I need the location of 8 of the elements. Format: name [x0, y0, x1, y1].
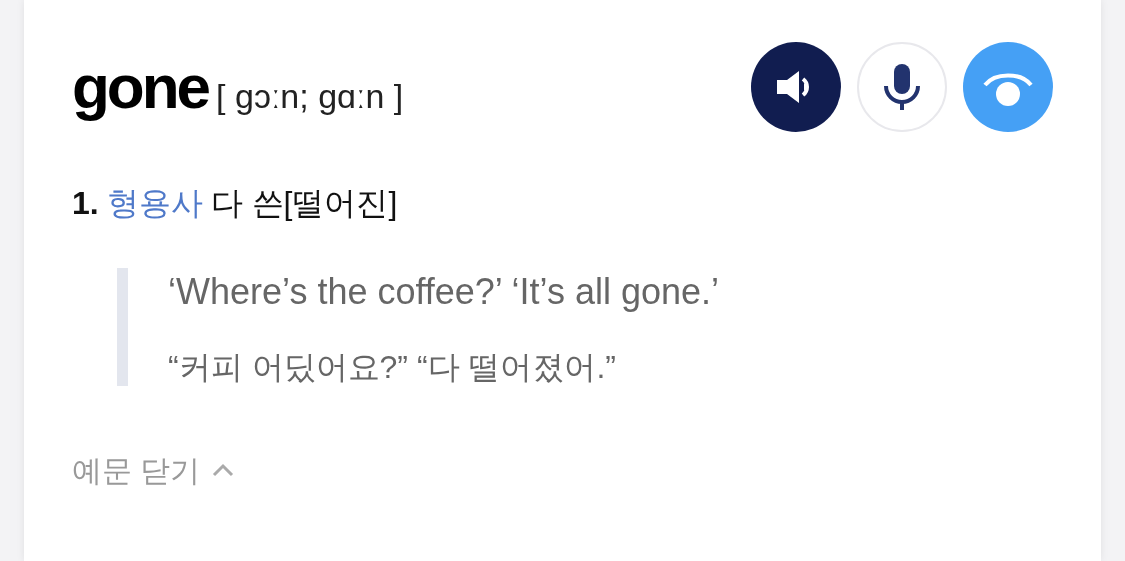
meaning: 다 쓴[떨어진]	[210, 184, 398, 223]
example-sentence: ‘Where’s the coffee?’ ‘It’s all gone.’	[168, 270, 719, 314]
pronunciation: [ gɔːn; gɑːn ]	[216, 79, 404, 113]
toggle-examples-button[interactable]: 예문 닫기	[72, 447, 235, 493]
example-translation: “커피 어딨어요?” “다 떨어졌어.”	[168, 347, 617, 386]
sense-number: 1.	[72, 184, 99, 223]
part-of-speech: 형용사	[106, 184, 203, 223]
microphone-icon	[882, 62, 922, 112]
